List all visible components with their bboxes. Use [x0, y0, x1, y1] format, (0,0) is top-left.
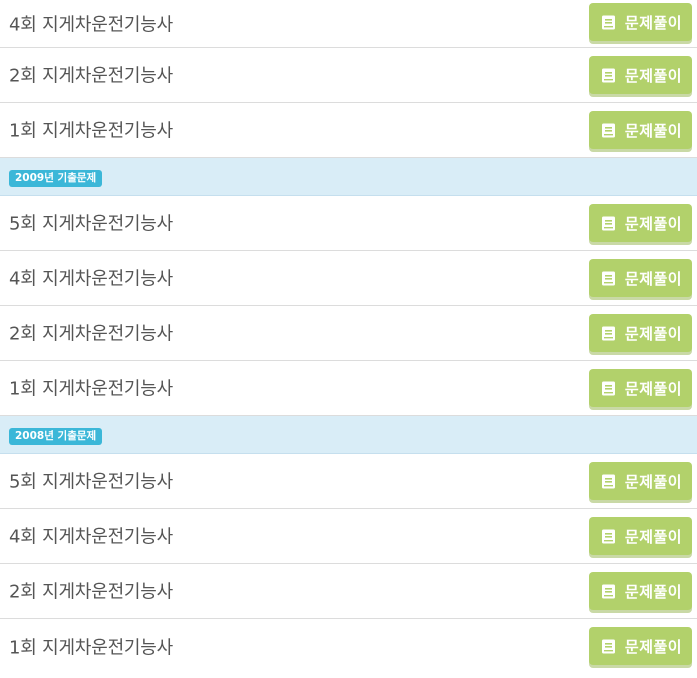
solve-button-label: 문제풀이 — [624, 66, 683, 85]
solve-button[interactable]: 문제풀이 — [589, 462, 692, 500]
exam-row: 5회 지게차운전기능사 문제풀이 — [0, 196, 697, 251]
book-icon — [601, 15, 616, 30]
year-badge: 2008년 기출문제 — [9, 428, 103, 445]
book-icon — [601, 271, 616, 286]
solve-button-label: 문제풀이 — [624, 527, 683, 546]
solve-button[interactable]: 문제풀이 — [589, 204, 692, 242]
solve-button-label: 문제풀이 — [624, 269, 683, 288]
solve-button[interactable]: 문제풀이 — [589, 56, 692, 94]
solve-button[interactable]: 문제풀이 — [589, 572, 692, 610]
solve-button-label: 문제풀이 — [624, 637, 683, 656]
book-icon — [601, 326, 616, 341]
solve-button-label: 문제풀이 — [624, 214, 683, 233]
solve-button[interactable]: 문제풀이 — [589, 517, 692, 555]
solve-button-label: 문제풀이 — [624, 582, 683, 601]
exam-title[interactable]: 4회 지게차운전기능사 — [9, 10, 173, 36]
exam-row: 4회 지게차운전기능사 문제풀이 — [0, 251, 697, 306]
book-icon — [601, 216, 616, 231]
exam-title[interactable]: 4회 지게차운전기능사 — [9, 522, 173, 548]
solve-button[interactable]: 문제풀이 — [589, 259, 692, 297]
exam-title[interactable]: 4회 지게차운전기능사 — [9, 264, 173, 290]
book-icon — [601, 474, 616, 489]
exam-title[interactable]: 2회 지게차운전기능사 — [9, 319, 173, 345]
exam-row: 2회 지게차운전기능사 문제풀이 — [0, 48, 697, 103]
book-icon — [601, 584, 616, 599]
exam-row: 4회 지게차운전기능사 문제풀이 — [0, 509, 697, 564]
year-badge: 2009년 기출문제 — [9, 170, 103, 187]
solve-button-label: 문제풀이 — [624, 324, 683, 343]
book-icon — [601, 381, 616, 396]
solve-button[interactable]: 문제풀이 — [589, 3, 692, 41]
exam-row: 2회 지게차운전기능사 문제풀이 — [0, 306, 697, 361]
exam-row: 2회 지게차운전기능사 문제풀이 — [0, 564, 697, 619]
book-icon — [601, 529, 616, 544]
exam-title[interactable]: 5회 지게차운전기능사 — [9, 209, 173, 235]
solve-button-label: 문제풀이 — [624, 472, 683, 491]
year-section-header: 2008년 기출문제 — [0, 416, 697, 454]
exam-list: 4회 지게차운전기능사 문제풀이 2회 지게차운전기능사 문제풀이 1회 지게차… — [0, 0, 697, 674]
exam-title[interactable]: 1회 지게차운전기능사 — [9, 374, 173, 400]
book-icon — [601, 68, 616, 83]
exam-title[interactable]: 5회 지게차운전기능사 — [9, 467, 173, 493]
book-icon — [601, 639, 616, 654]
solve-button[interactable]: 문제풀이 — [589, 111, 692, 149]
exam-title[interactable]: 2회 지게차운전기능사 — [9, 61, 173, 87]
exam-title[interactable]: 1회 지게차운전기능사 — [9, 633, 173, 659]
book-icon — [601, 123, 616, 138]
exam-title[interactable]: 1회 지게차운전기능사 — [9, 116, 173, 142]
solve-button-label: 문제풀이 — [624, 379, 683, 398]
exam-row: 5회 지게차운전기능사 문제풀이 — [0, 454, 697, 509]
solve-button[interactable]: 문제풀이 — [589, 314, 692, 352]
solve-button[interactable]: 문제풀이 — [589, 627, 692, 665]
exam-row: 4회 지게차운전기능사 문제풀이 — [0, 0, 697, 48]
exam-title[interactable]: 2회 지게차운전기능사 — [9, 577, 173, 603]
solve-button[interactable]: 문제풀이 — [589, 369, 692, 407]
exam-row: 1회 지게차운전기능사 문제풀이 — [0, 619, 697, 674]
solve-button-label: 문제풀이 — [624, 13, 683, 32]
exam-row: 1회 지게차운전기능사 문제풀이 — [0, 103, 697, 158]
year-section-header: 2009년 기출문제 — [0, 158, 697, 196]
exam-row: 1회 지게차운전기능사 문제풀이 — [0, 361, 697, 416]
solve-button-label: 문제풀이 — [624, 121, 683, 140]
